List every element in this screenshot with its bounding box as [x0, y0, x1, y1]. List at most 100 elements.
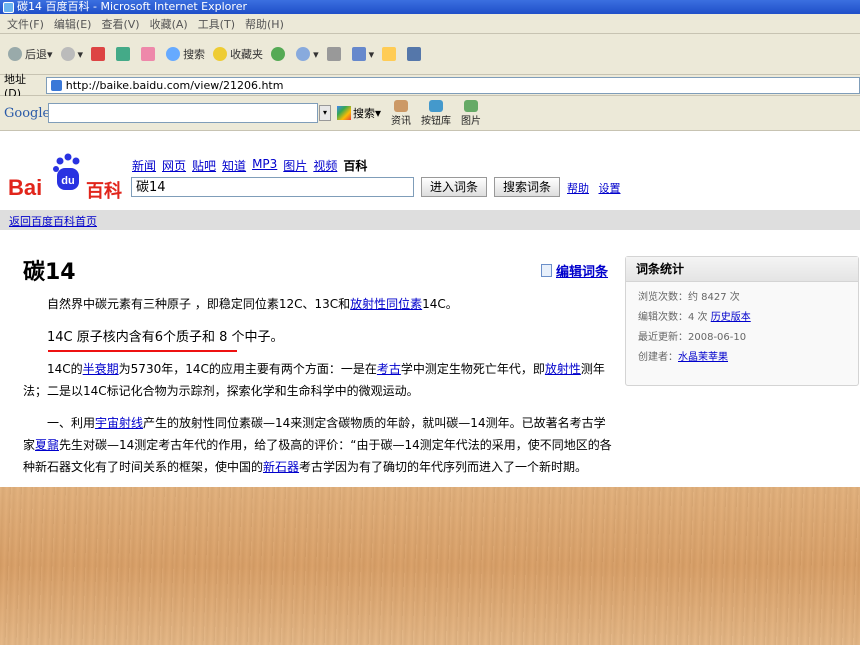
p3-text-b: 为5730年，14C的应用主要有两个方面：一是在 [118, 362, 377, 376]
p1-text-a: 自然界中碳元素有三种原子 ，即稳定同位素12C、13C和 [47, 297, 351, 311]
p3-text-a: 14C的 [47, 362, 83, 376]
edit-icon [351, 47, 366, 61]
paragraph-1: 自然界中碳元素有三种原子 ，即稳定同位素12C、13C和放射性同位素14C。 [23, 293, 613, 315]
back-home-link[interactable]: 返回百度百科首页 [9, 213, 97, 229]
google-tool-images[interactable]: 图片 [461, 99, 481, 127]
stats-creator-label: 创建者： [638, 352, 678, 363]
web-page: Bai du 百科 新闻 网页 贴吧 知道 MP3 图片 视频 百科 碳14 进… [0, 131, 860, 487]
baidu-logo-bai[interactable]: Bai [8, 175, 42, 201]
stats-updated: 最近更新：2008-06-10 [638, 332, 747, 343]
news-icon [394, 99, 409, 112]
baidu-logo-baike[interactable]: 百科 [86, 177, 122, 203]
menu-view[interactable]: 查看(V) [101, 16, 139, 32]
p4-text-d: 考古学因为有了确切的年代序列而进入了一个新时期。 [299, 460, 588, 474]
stats-views: 浏览次数：约 8427 次 [638, 292, 740, 303]
history-button[interactable] [271, 47, 288, 61]
red-underline [48, 350, 237, 352]
link-neolithic[interactable]: 新石器 [263, 460, 299, 474]
nav-video[interactable]: 视频 [313, 157, 337, 174]
address-url: http://baike.baidu.com/view/21206.htm [65, 78, 284, 92]
browser-toolbar: 后退 ▾ ▾ 搜索 收藏夹 ▾ ▾ [0, 34, 860, 75]
menu-bar: 文件(F) 编辑(E) 查看(V) 收藏(A) 工具(T) 帮助(H) [0, 14, 860, 34]
stats-edits-row: 编辑次数：4 次 历史版本 [638, 308, 846, 328]
menu-help[interactable]: 帮助(H) [245, 16, 284, 32]
mail-icon [296, 47, 311, 61]
window-titlebar: 碳14 百度百科 - Microsoft Internet Explorer [0, 0, 860, 14]
google-search-input[interactable] [48, 103, 318, 123]
nav-web[interactable]: 网页 [162, 157, 186, 174]
nav-images[interactable]: 图片 [283, 157, 307, 174]
edit-entry-icon [541, 264, 552, 277]
image-icon [464, 99, 479, 112]
print-icon [326, 47, 341, 61]
folder-button[interactable] [382, 47, 399, 61]
mail-button[interactable]: ▾ [296, 47, 319, 61]
google-g-icon [337, 106, 351, 120]
menu-favorites[interactable]: 收藏(A) [150, 16, 188, 32]
creator-link[interactable]: 水晶茉莘果 [678, 352, 728, 363]
history-link[interactable]: 历史版本 [711, 312, 751, 323]
menu-file[interactable]: 文件(F) [7, 16, 44, 32]
stats-heading: 词条统计 [626, 257, 858, 282]
print-button[interactable] [326, 47, 344, 61]
p4-text-a: 一、利用 [47, 416, 96, 430]
menu-tools[interactable]: 工具(T) [198, 16, 235, 32]
star-icon [213, 47, 228, 61]
link-cosmic-rays[interactable]: 宇宙射线 [95, 416, 143, 430]
forward-button[interactable]: ▾ [60, 47, 83, 61]
edit-entry-link[interactable]: 编辑词条 [541, 261, 608, 280]
breadcrumb-bar: 返回百度百科首页 [0, 210, 860, 230]
back-arrow-icon [8, 47, 22, 61]
edit-page-button[interactable]: ▾ [351, 47, 374, 61]
link-radioisotope[interactable]: 放射性同位素 [350, 297, 422, 311]
google-tool-buttons[interactable]: 按钮库 [421, 99, 451, 127]
baidu-paw-icon[interactable]: du [52, 153, 82, 193]
home-button[interactable] [141, 47, 158, 61]
nav-tieba[interactable]: 贴吧 [192, 157, 216, 174]
article-title: 碳14 [23, 260, 76, 285]
menu-edit[interactable]: 编辑(E) [54, 16, 92, 32]
refresh-button[interactable] [116, 47, 133, 61]
plus-icon [429, 99, 444, 112]
address-bar: 地址(D) http://baike.baidu.com/view/21206.… [0, 73, 860, 100]
stop-button[interactable] [91, 47, 108, 61]
nav-news[interactable]: 新闻 [132, 157, 156, 174]
entry-stats-panel: 词条统计 浏览次数：约 8427 次 编辑次数：4 次 历史版本 最近更新：20… [625, 256, 859, 386]
p1-text-b: 14C。 [422, 297, 458, 311]
folder-icon [382, 47, 397, 61]
stats-creator-row: 创建者：水晶茉莘果 [638, 348, 846, 368]
link-archaeology[interactable]: 考古 [377, 362, 401, 376]
google-search-button[interactable]: 搜索 ▾ [337, 105, 381, 121]
search-entry-button[interactable]: 搜索词条 [494, 177, 560, 197]
baidu-nav: 新闻 网页 贴吧 知道 MP3 图片 视频 百科 [132, 157, 367, 174]
google-toolbar: Google ▾ 搜索 ▾ 资讯 按钮库 图片 [0, 96, 860, 131]
messenger-button[interactable] [407, 47, 424, 61]
nav-mp3[interactable]: MP3 [252, 157, 277, 174]
ie-icon [3, 1, 14, 13]
settings-link[interactable]: 设置 [599, 182, 621, 195]
link-xia-nai[interactable]: 夏鼐 [35, 438, 59, 452]
address-input[interactable]: http://baike.baidu.com/view/21206.htm [45, 76, 860, 94]
link-half-life[interactable]: 半衰期 [83, 362, 119, 376]
nav-baike-current: 百科 [343, 159, 368, 173]
paragraph-4: 一、利用宇宙射线产生的放射性同位素碳—14来测定含碳物质的年龄，就叫碳—14测年… [23, 412, 613, 478]
paragraph-2: 14C 原子核内含有6个质子和 8 个中子。 [47, 330, 284, 345]
nav-zhidao[interactable]: 知道 [222, 157, 246, 174]
baike-search-input[interactable]: 碳14 [131, 177, 414, 197]
top-links: 帮助 设置 [567, 180, 627, 196]
search-button[interactable]: 搜索 [166, 46, 205, 62]
favorites-button[interactable]: 收藏夹 [213, 46, 263, 62]
link-radioactivity[interactable]: 放射性 [545, 362, 581, 376]
home-icon [141, 47, 156, 61]
magnifier-icon [166, 47, 181, 61]
refresh-icon [116, 47, 131, 61]
page-icon [50, 79, 62, 91]
stats-edits: 编辑次数：4 次 [638, 312, 708, 323]
google-tool-news[interactable]: 资讯 [391, 99, 411, 127]
back-button[interactable]: 后退 ▾ [8, 46, 53, 62]
baidu-logo-du: du [61, 175, 74, 187]
enter-entry-button[interactable]: 进入词条 [421, 177, 487, 197]
help-link[interactable]: 帮助 [567, 182, 589, 195]
forward-arrow-icon [60, 47, 75, 61]
google-dropdown[interactable]: ▾ [319, 105, 331, 121]
